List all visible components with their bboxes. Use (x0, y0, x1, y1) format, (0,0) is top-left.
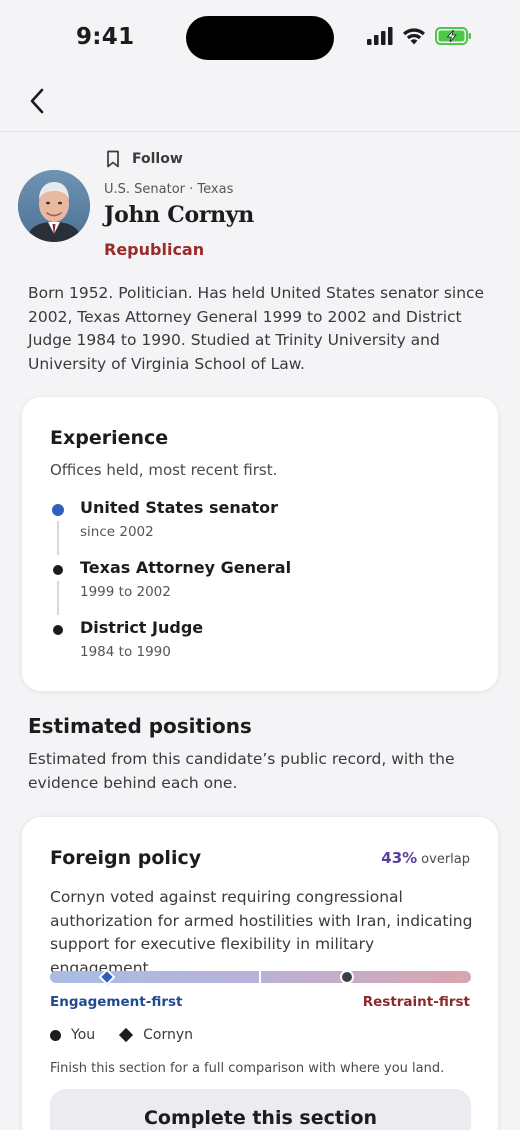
bookmark-icon (107, 150, 119, 168)
office-subtitle: U.S. Senator · Texas (104, 182, 234, 197)
back-button[interactable] (24, 86, 50, 116)
you-marker (339, 970, 354, 984)
timeline-dot (53, 625, 63, 635)
position-evidence: Cornyn voted against requiring congressi… (50, 888, 473, 977)
party-label: Republican (104, 240, 205, 259)
experience-subtitle: Offices held, most recent first. (50, 461, 278, 479)
timeline-dot (53, 565, 63, 575)
follow-label: Follow (132, 151, 183, 167)
legend-candidate-label: Cornyn (143, 1027, 194, 1043)
positions-description: Estimated from this candidate’s public r… (28, 750, 455, 792)
scale-left-label: Engagement-first (50, 994, 183, 1010)
status-time: 9:41 (76, 24, 135, 50)
scale-legend: You Cornyn (50, 1027, 193, 1043)
candidate-legend-icon (119, 1027, 134, 1043)
experience-item-dates: since 2002 (80, 524, 154, 540)
experience-item-title: District Judge (80, 618, 204, 637)
completion-note: Finish this section for a full compariso… (50, 1061, 445, 1076)
experience-item-title: United States senator (80, 498, 279, 517)
experience-item-dates: 1984 to 1990 (80, 644, 171, 660)
timeline-connector (57, 581, 59, 615)
overlap-badge: 43% overlap (381, 849, 470, 867)
overlap-label: overlap (421, 852, 470, 867)
timeline-connector (57, 521, 59, 555)
battery-charging-icon (435, 27, 471, 45)
position-scale (50, 968, 471, 986)
experience-title: Experience (50, 427, 169, 449)
experience-card: Experience Offices held, most recent fir… (21, 396, 499, 692)
status-icons (367, 27, 472, 45)
portrait-image (18, 170, 90, 242)
complete-section-button[interactable]: Complete this section (50, 1089, 471, 1130)
dynamic-island (186, 16, 334, 60)
follow-button[interactable]: Follow (106, 150, 183, 168)
legend-you-label: You (71, 1027, 96, 1043)
you-legend-icon (50, 1029, 61, 1041)
scale-right-label: Restraint-first (362, 994, 470, 1010)
foreign-policy-card: Foreign policy 43% overlap Cornyn voted a… (21, 816, 499, 1130)
chevron-left-icon (30, 88, 44, 114)
foreign-policy-title: Foreign policy (50, 847, 202, 869)
avatar (18, 170, 90, 242)
overlap-percent: 43% (381, 849, 418, 867)
candidate-bio: Born 1952. Politician. Has held United S… (28, 284, 485, 373)
cellular-signal-icon (367, 27, 393, 45)
nav-bar (0, 78, 520, 132)
positions-title: Estimated positions (28, 714, 252, 738)
timeline-dot-current (52, 504, 64, 516)
experience-item-dates: 1999 to 2002 (80, 584, 171, 600)
scale-midpoint (259, 971, 261, 983)
experience-item-title: Texas Attorney General (80, 558, 292, 577)
candidate-name: John Cornyn (104, 202, 254, 228)
complete-section-label: Complete this section (143, 1107, 378, 1129)
status-bar: 9:41 (0, 0, 520, 78)
wifi-icon (403, 28, 425, 45)
